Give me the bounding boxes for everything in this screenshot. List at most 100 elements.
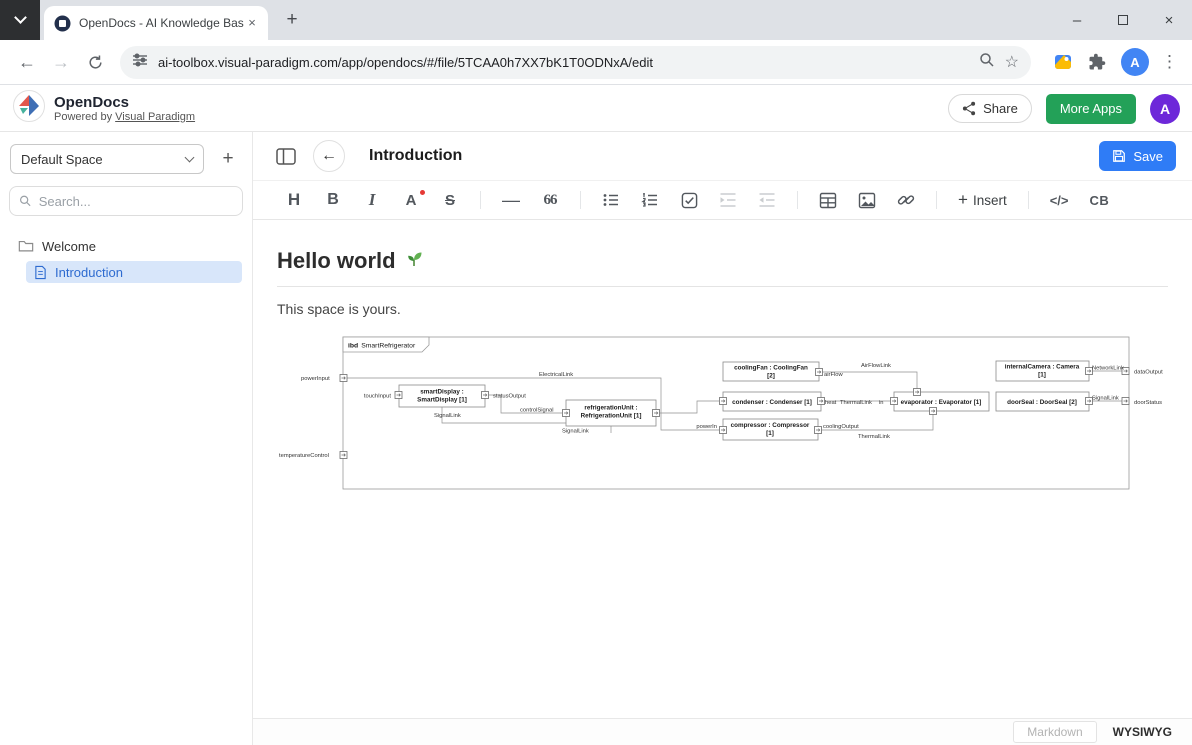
document-paragraph: This space is yours. [277,301,1168,317]
plus-icon: + [958,193,968,207]
font-color-button[interactable]: A [402,192,420,209]
document-icon [34,265,47,280]
document-area[interactable]: Hello world This space is yours. ibdSmar… [253,220,1192,718]
svg-text:[2]: [2] [767,373,775,380]
site-info-icon[interactable] [132,52,148,73]
back-page-button[interactable]: ← [313,140,345,172]
link-icon [897,191,915,209]
page-title: Introduction [369,147,462,165]
svg-text:airFlow: airFlow [824,372,843,378]
tree-item-label: Welcome [42,239,96,254]
svg-text:touchInput: touchInput [364,394,391,400]
tab-search-button[interactable] [0,0,40,40]
add-space-button[interactable]: + [214,145,242,173]
svg-text:smartDisplay :: smartDisplay : [420,389,463,396]
task-list-icon [681,192,698,209]
save-label: Save [1133,149,1163,164]
extension-icon[interactable] [1049,48,1077,76]
svg-text:ThermalLink: ThermalLink [858,434,890,440]
url-text: ai-toolbox.visual-paradigm.com/app/opend… [158,55,969,70]
seedling-emoji [404,248,424,274]
svg-text:NetworkLink: NetworkLink [1092,366,1124,372]
port-icon [815,427,822,434]
svg-text:coolingFan : CoolingFan: coolingFan : CoolingFan [734,365,808,372]
back-button[interactable]: ← [10,45,44,79]
port-icon [395,392,402,399]
share-icon [962,101,976,116]
image-button[interactable] [858,192,876,209]
formatting-toolbar: H B I A S — 66 [253,180,1192,220]
svg-text:dataOutput: dataOutput [1134,370,1163,376]
browser-menu-icon[interactable]: ⋮ [1161,52,1178,72]
bullet-list-button[interactable] [602,191,620,209]
close-tab-icon[interactable]: × [244,15,260,31]
port-icon [482,392,489,399]
tree-item-introduction[interactable]: Introduction [26,261,242,283]
font-color-label: A [406,192,417,209]
search-lens-icon[interactable] [979,52,995,73]
app-name: OpenDocs [54,94,195,111]
search-input[interactable] [39,194,233,209]
page-tree: Welcome Introduction [0,234,252,283]
table-button[interactable] [819,192,837,209]
heading-button[interactable]: H [285,190,303,210]
blockquote-button[interactable]: 66 [541,192,559,209]
indent-button[interactable] [719,191,737,209]
diagram-block-condenser: condenser : Condenser [1] [723,392,821,411]
port-icon [653,410,660,417]
space-selector[interactable]: Default Space [10,144,204,174]
minimize-button[interactable]: – [1054,0,1100,40]
task-list-button[interactable] [680,192,698,209]
toolbar-separator [1028,191,1029,209]
editor-main: ← Introduction Save H B I A S — 66 [253,132,1192,745]
port-icon [891,398,898,405]
space-row: Default Space + [0,144,252,174]
port-icon [340,452,347,459]
svg-text:doorSeal : DoorSeal [2]: doorSeal : DoorSeal [2] [1007,399,1077,406]
close-window-button[interactable]: × [1146,0,1192,40]
panel-icon [276,148,296,165]
forward-button[interactable]: → [44,45,78,79]
svg-text:compressor : Compressor: compressor : Compressor [731,422,810,429]
image-icon [858,192,876,209]
wysiwyg-mode-button[interactable]: WYSIWYG [1107,722,1178,742]
sidebar-search[interactable] [9,186,243,216]
tree-item-label: Introduction [55,265,123,280]
visual-paradigm-link[interactable]: Visual Paradigm [115,111,195,123]
account-avatar[interactable]: A [1150,94,1180,124]
browser-tab-strip: OpenDocs - AI Knowledge Base × + – × [0,0,1192,40]
insert-button[interactable]: + Insert [958,193,1007,208]
ordered-list-button[interactable] [641,191,659,209]
maximize-button[interactable] [1100,0,1146,40]
save-button[interactable]: Save [1099,141,1176,171]
reload-button[interactable] [78,45,112,79]
bookmark-star-icon[interactable]: ☆ [1005,52,1019,72]
code-block-button[interactable]: CB [1090,193,1110,208]
strikethrough-button[interactable]: S [441,192,459,209]
svg-text:condenser : Condenser [1]: condenser : Condenser [1] [732,399,812,406]
share-button[interactable]: Share [948,94,1032,123]
embedded-diagram[interactable]: ibdSmartRefrigerator s [277,335,1168,498]
port-icon [340,375,347,382]
browser-tab[interactable]: OpenDocs - AI Knowledge Base × [44,6,268,40]
more-apps-button[interactable]: More Apps [1046,94,1136,124]
browser-profile-avatar[interactable]: A [1121,48,1149,76]
outdent-icon [758,191,776,209]
tree-item-welcome[interactable]: Welcome [0,234,252,258]
outdent-button[interactable] [758,191,776,209]
port-icon [930,408,937,415]
toggle-sidebar-button[interactable] [273,143,299,169]
powered-by-prefix: Powered by [54,111,112,123]
italic-button[interactable]: I [363,190,381,210]
markdown-mode-button[interactable]: Markdown [1013,721,1096,743]
link-button[interactable] [897,191,915,209]
address-bar[interactable]: ai-toolbox.visual-paradigm.com/app/opend… [120,46,1031,79]
extensions-puzzle-icon[interactable] [1083,48,1111,76]
bold-button[interactable]: B [324,191,342,209]
toolbar-separator [797,191,798,209]
diagram-block-evaporator: evaporator : Evaporator [1] [894,392,989,411]
inline-code-button[interactable]: </> [1050,193,1069,208]
new-tab-button[interactable]: + [280,9,304,33]
svg-text:powerIn: powerIn [696,424,717,430]
horizontal-rule-button[interactable]: — [502,190,520,211]
